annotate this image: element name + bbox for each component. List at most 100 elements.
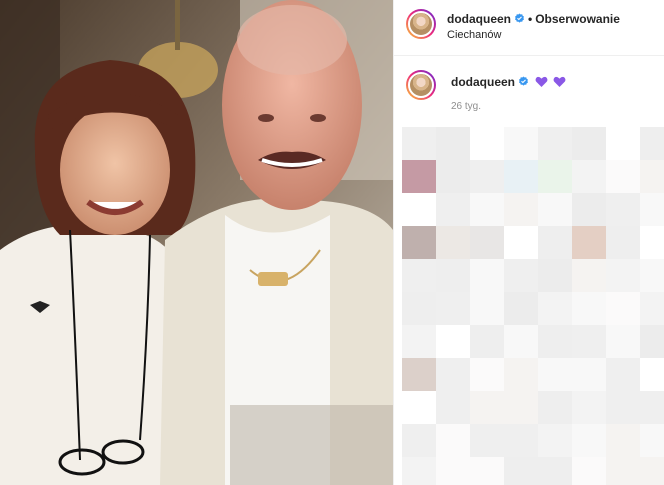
photo-image bbox=[0, 0, 393, 485]
location-link[interactable]: Ciechanów bbox=[447, 29, 501, 41]
pixel-block bbox=[572, 160, 606, 193]
pixel-block bbox=[572, 457, 606, 485]
pixel-block bbox=[538, 424, 572, 457]
pixel-block bbox=[606, 325, 640, 358]
pixel-block bbox=[640, 358, 664, 391]
pixel-block bbox=[640, 424, 664, 457]
pixel-block bbox=[538, 193, 572, 226]
pixel-block bbox=[572, 193, 606, 226]
separator-dot: • bbox=[528, 12, 533, 26]
pixel-block bbox=[640, 325, 664, 358]
caption-line: dodaqueen bbox=[451, 75, 567, 91]
post-photo[interactable] bbox=[0, 0, 393, 485]
pixel-block bbox=[640, 226, 664, 259]
username-link[interactable]: dodaqueen bbox=[447, 12, 511, 26]
pixel-block bbox=[606, 160, 640, 193]
purple-heart-icon bbox=[535, 76, 548, 87]
pixel-block bbox=[606, 457, 640, 485]
pixel-block bbox=[436, 193, 470, 226]
pixel-block bbox=[538, 127, 572, 160]
pixel-block bbox=[538, 457, 572, 485]
pixel-block bbox=[436, 259, 470, 292]
pixel-block bbox=[572, 358, 606, 391]
pixel-block bbox=[504, 127, 538, 160]
pixel-block bbox=[606, 193, 640, 226]
pixel-block bbox=[640, 292, 664, 325]
pixel-block bbox=[504, 391, 538, 424]
pixel-block bbox=[606, 358, 640, 391]
caption-avatar[interactable] bbox=[406, 70, 436, 100]
pixel-block bbox=[402, 358, 436, 391]
pixel-block bbox=[470, 391, 504, 424]
pixelated-comments bbox=[394, 127, 664, 485]
pixel-block bbox=[504, 226, 538, 259]
pixel-block bbox=[538, 391, 572, 424]
pixel-block bbox=[538, 160, 572, 193]
pixel-block bbox=[572, 424, 606, 457]
pixel-block bbox=[470, 424, 504, 457]
pixel-block bbox=[470, 457, 504, 485]
pixel-block bbox=[640, 259, 664, 292]
pixel-block bbox=[470, 226, 504, 259]
pixel-block bbox=[640, 457, 664, 485]
pixel-block bbox=[470, 358, 504, 391]
purple-heart-icon bbox=[553, 76, 566, 87]
pixel-block bbox=[640, 127, 664, 160]
pixel-block bbox=[402, 292, 436, 325]
pixel-block bbox=[402, 391, 436, 424]
pixel-block bbox=[470, 259, 504, 292]
pixel-block bbox=[572, 391, 606, 424]
pixel-block bbox=[402, 127, 436, 160]
pixel-block bbox=[436, 358, 470, 391]
pixel-block bbox=[402, 226, 436, 259]
pixel-block bbox=[504, 358, 538, 391]
post-side-panel: dodaqueen • Obserwowanie Ciechanów dodaque… bbox=[393, 0, 664, 485]
pixel-block bbox=[538, 292, 572, 325]
pixel-block bbox=[436, 292, 470, 325]
caption-emoji bbox=[535, 76, 566, 91]
pixel-block bbox=[504, 325, 538, 358]
pixel-block bbox=[470, 193, 504, 226]
pixel-block bbox=[538, 259, 572, 292]
verified-badge-icon bbox=[515, 13, 525, 23]
post-header: dodaqueen • Obserwowanie Ciechanów bbox=[394, 0, 664, 56]
pixel-block bbox=[572, 292, 606, 325]
pixel-block bbox=[470, 325, 504, 358]
pixel-block bbox=[606, 424, 640, 457]
profile-avatar[interactable] bbox=[406, 9, 436, 39]
pixel-block bbox=[436, 325, 470, 358]
following-button[interactable]: Obserwowanie bbox=[535, 12, 620, 26]
verified-badge-icon bbox=[519, 76, 529, 86]
pixel-block bbox=[606, 259, 640, 292]
pixel-block bbox=[402, 457, 436, 485]
pixel-block bbox=[402, 325, 436, 358]
pixel-block bbox=[402, 193, 436, 226]
pixel-block bbox=[504, 457, 538, 485]
pixel-block bbox=[572, 127, 606, 160]
pixel-block bbox=[538, 325, 572, 358]
pixel-block bbox=[640, 391, 664, 424]
pixel-block bbox=[470, 160, 504, 193]
pixel-block bbox=[436, 226, 470, 259]
pixel-block bbox=[606, 391, 640, 424]
pixel-block bbox=[470, 127, 504, 160]
pixel-block bbox=[436, 391, 470, 424]
pixel-block bbox=[640, 160, 664, 193]
post-timestamp: 26 tyg. bbox=[451, 101, 482, 112]
pixel-block bbox=[504, 292, 538, 325]
header-user-line: dodaqueen • Obserwowanie bbox=[447, 12, 620, 26]
pixel-block bbox=[538, 226, 572, 259]
pixel-block bbox=[606, 292, 640, 325]
pixel-block bbox=[538, 358, 572, 391]
pixel-block bbox=[504, 193, 538, 226]
pixel-block bbox=[436, 160, 470, 193]
pixel-block bbox=[402, 160, 436, 193]
pixel-block bbox=[640, 193, 664, 226]
pixel-block bbox=[402, 424, 436, 457]
pixel-block bbox=[436, 424, 470, 457]
pixel-block bbox=[572, 325, 606, 358]
pixel-block bbox=[436, 457, 470, 485]
caption-username-link[interactable]: dodaqueen bbox=[451, 75, 515, 89]
pixel-block bbox=[402, 259, 436, 292]
pixel-block bbox=[436, 127, 470, 160]
